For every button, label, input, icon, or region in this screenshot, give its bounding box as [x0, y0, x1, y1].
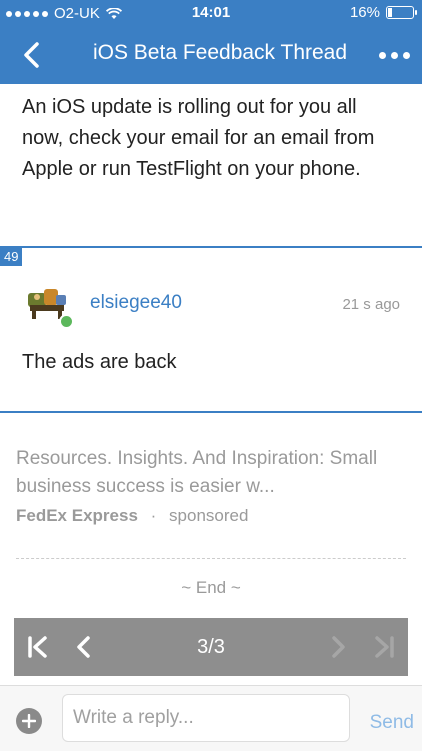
pagination-bar: 3/3	[14, 618, 408, 676]
post-body: The ads are back	[22, 351, 177, 373]
end-marker: ~ End ~	[181, 578, 241, 597]
post-username[interactable]: elsiegee40	[90, 292, 182, 314]
nav-bar: iOS Beta Feedback Thread	[0, 28, 422, 84]
add-attachment-button[interactable]	[16, 708, 42, 734]
ad-meta: FedEx Express · sponsored	[16, 506, 248, 526]
ad-sponsored-label: sponsored	[169, 506, 249, 525]
ad-headline[interactable]: Resources. Insights. And Inspiration: Sm…	[16, 445, 411, 501]
next-page-button[interactable]	[320, 618, 356, 676]
battery-area: 16%	[349, 4, 417, 21]
plus-icon	[22, 714, 36, 728]
battery-percent: 16%	[349, 4, 380, 21]
last-page-button[interactable]	[366, 618, 402, 676]
last-page-icon	[375, 636, 394, 658]
end-divider	[16, 558, 406, 559]
post-divider	[0, 246, 422, 248]
previous-post-body: An iOS update is rolling out for you all…	[22, 96, 375, 180]
next-page-icon	[332, 636, 345, 658]
battery-icon	[386, 6, 417, 19]
reply-composer: Send	[0, 685, 422, 751]
more-options-icon[interactable]	[379, 52, 410, 59]
ad-separator: ·	[150, 506, 157, 525]
send-button[interactable]: Send	[370, 712, 414, 734]
online-status-indicator	[59, 314, 74, 329]
reply-input[interactable]	[62, 694, 350, 742]
ad-advertiser[interactable]: FedEx Express	[16, 506, 138, 525]
status-bar: O2-UK 14:01 16%	[0, 0, 422, 28]
thread-title: iOS Beta Feedback Thread	[92, 41, 348, 64]
post-divider	[0, 411, 422, 413]
post-timestamp: 21 s ago	[342, 296, 400, 313]
post-number-badge: 49	[0, 248, 23, 266]
